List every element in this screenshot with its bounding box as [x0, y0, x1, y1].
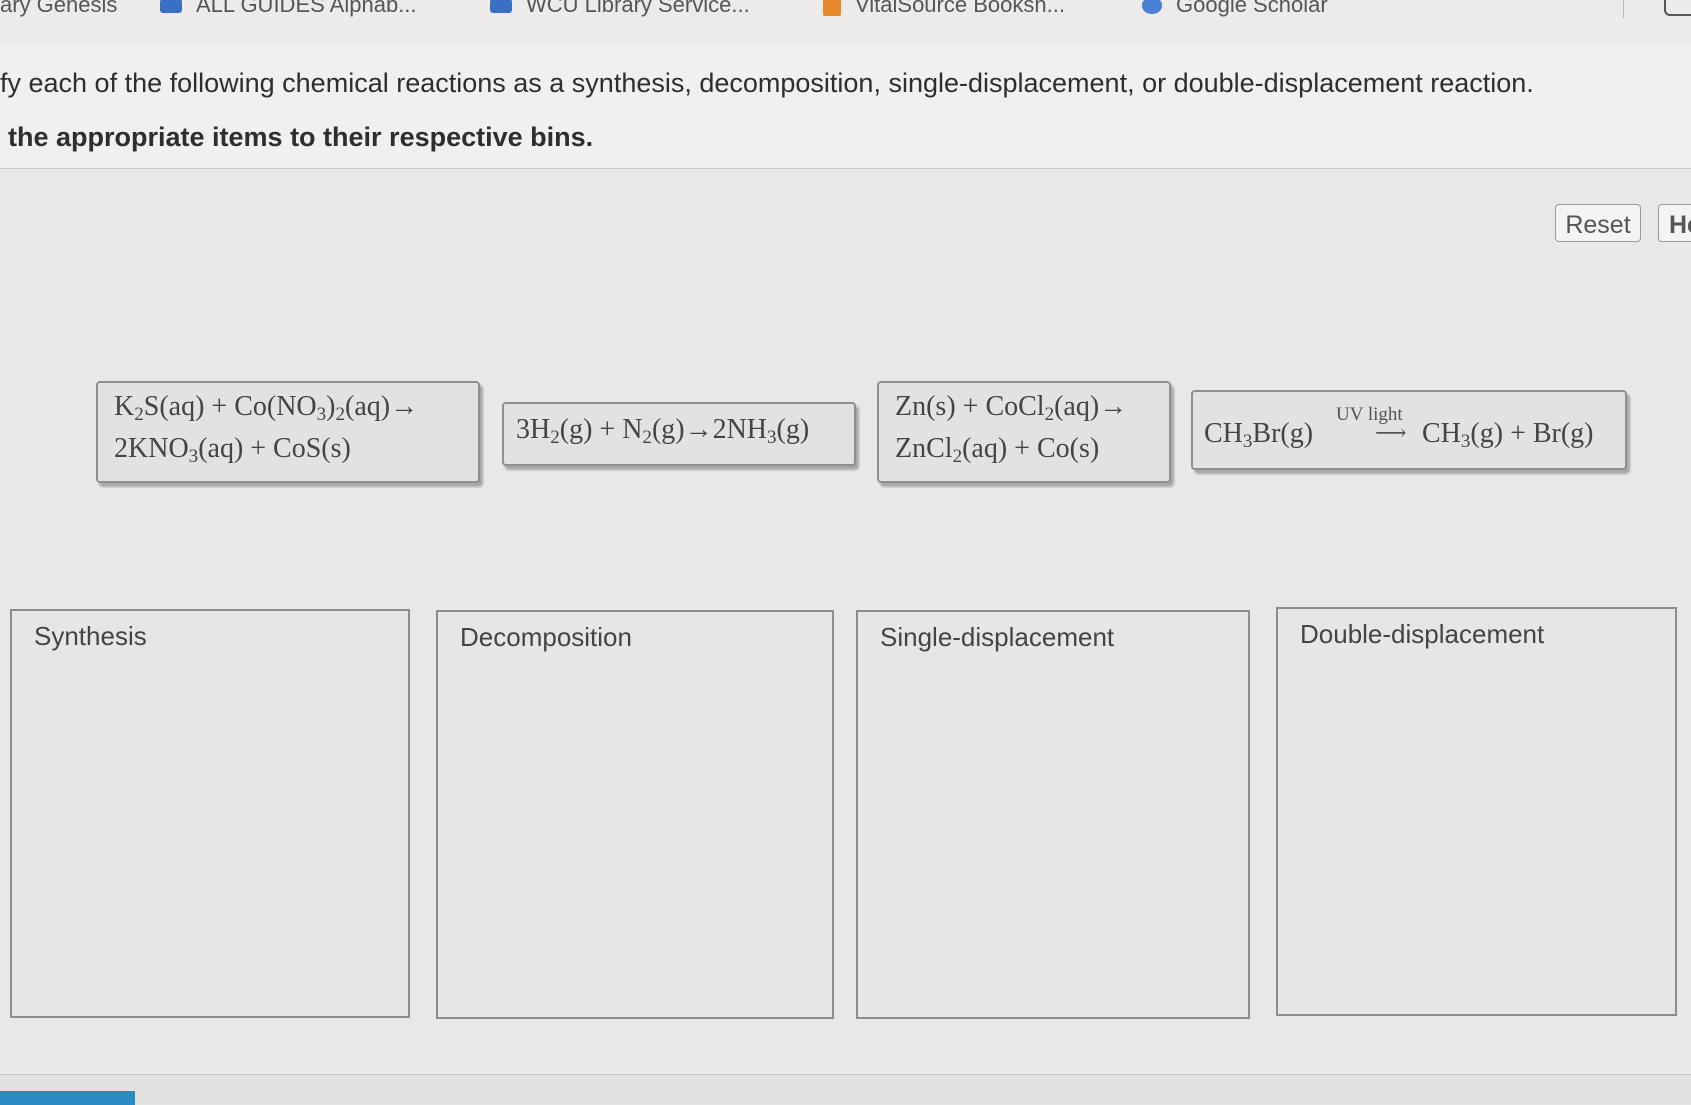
bookmark-vitalsource[interactable]: VitalSource Booksh... [823, 0, 1065, 18]
drag-drop-area: Reset He K2S(aq) + Co(NO3)2(aq)→ 2KNO3(a… [0, 169, 1691, 1074]
bookmark-label: WCU Library Service... [526, 0, 750, 17]
bookmark-label: Google Scholar [1176, 0, 1328, 17]
folder-icon [490, 0, 512, 14]
reaction-card-ch3br[interactable]: CH3Br(g) UV light ⟶ CH3(g) + Br(g) [1191, 390, 1627, 470]
bookmark-all-guides[interactable]: ALL GUIDES Alphab... [160, 0, 417, 18]
bookmark-google-scholar[interactable]: Google Scholar [1142, 0, 1328, 18]
bin-label: Single-displacement [880, 622, 1115, 652]
bookmark-label: VitalSource Booksh... [855, 0, 1065, 17]
reaction-line: Zn(s) + CoCl2(aq)→ [895, 391, 1128, 425]
reaction-reactant: CH3Br(g) [1204, 418, 1314, 452]
bin-single-displacement[interactable]: Single-displacement [856, 610, 1250, 1019]
instructions-text: ify each of the following chemical react… [0, 68, 1534, 98]
reaction-card-zn-cocl2[interactable]: Zn(s) + CoCl2(aq)→ ZnCl2(aq) + Co(s) [877, 381, 1171, 483]
reaction-line: ZnCl2(aq) + Co(s) [895, 433, 1100, 467]
bookmark-label: ary Genesis [0, 0, 118, 17]
bookmarks-bar: ary Genesis ALL GUIDES Alphab... WCU Lib… [0, 0, 1691, 45]
reaction-card-h2-n2[interactable]: 3H2(g) + N2(g)→2NH3(g) [502, 402, 856, 466]
bin-label: Decomposition [460, 622, 632, 652]
reaction-card-k2s-co-no3[interactable]: K2S(aq) + Co(NO3)2(aq)→ 2KNO3(aq) + CoS(… [96, 381, 480, 483]
instructions-bold-text: the appropriate items to their respectiv… [8, 122, 594, 152]
reaction-line: 3H2(g) + N2(g)→2NH3(g) [516, 414, 810, 448]
bin-label: Double-displacement [1300, 619, 1545, 649]
submit-button[interactable] [0, 1091, 135, 1105]
bin-decomposition[interactable]: Decomposition [436, 610, 834, 1019]
bookmark-orange-icon [823, 0, 841, 17]
reaction-products: CH3(g) + Br(g) [1422, 418, 1594, 452]
reset-button[interactable]: Reset [1555, 204, 1641, 242]
bookmark-genesis[interactable]: ary Genesis [0, 0, 117, 18]
bottom-bar [0, 1074, 1691, 1105]
bin-double-displacement[interactable]: Double-displacement [1276, 607, 1677, 1016]
bookmark-divider [1623, 0, 1624, 18]
reaction-line: 2KNO3(aq) + CoS(s) [114, 433, 351, 467]
help-button[interactable]: He [1658, 204, 1691, 242]
instructions-panel: ify each of the following chemical react… [0, 44, 1691, 169]
bin-synthesis[interactable]: Synthesis [10, 609, 410, 1018]
folder-icon [160, 0, 182, 14]
scholar-icon [1142, 0, 1162, 15]
reaction-line: K2S(aq) + Co(NO3)2(aq)→ [114, 391, 419, 425]
bookmark-wcu-library[interactable]: WCU Library Service... [490, 0, 750, 18]
bin-label: Synthesis [34, 621, 147, 651]
reading-list-icon[interactable] [1664, 0, 1691, 16]
bookmark-label: ALL GUIDES Alphab... [196, 0, 417, 17]
arrow-icon: ⟶ [1375, 420, 1407, 445]
